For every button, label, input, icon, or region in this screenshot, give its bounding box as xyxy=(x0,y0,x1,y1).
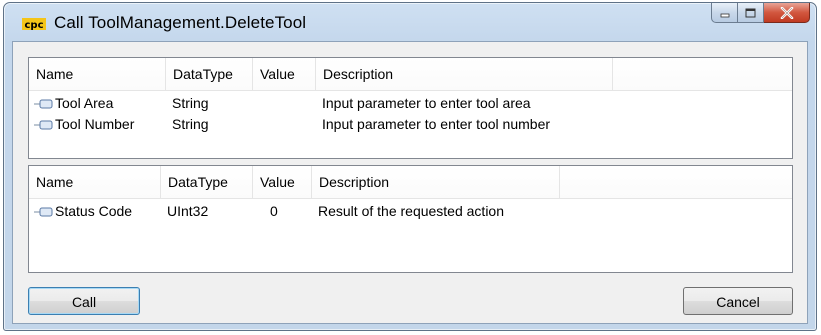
datatype-cell: String xyxy=(172,95,209,111)
input-arguments-table: Name DataType Value Description Tool Are… xyxy=(28,57,793,159)
cancel-button[interactable]: Cancel xyxy=(683,287,793,315)
argument-name: Tool Area xyxy=(55,95,114,111)
argument-name: Tool Number xyxy=(55,116,135,132)
column-header-name[interactable]: Name xyxy=(29,166,161,198)
title-bar[interactable]: cpc Call ToolManagement.DeleteTool xyxy=(4,3,816,43)
column-header-description[interactable]: Description xyxy=(312,166,560,198)
minimize-button[interactable] xyxy=(711,3,738,23)
description-cell: Result of the requested action xyxy=(318,203,505,219)
datatype-cell: String xyxy=(172,116,209,132)
column-header-name[interactable]: Name xyxy=(29,58,166,90)
name-cell: Status Code xyxy=(34,201,132,222)
maximize-icon xyxy=(745,8,756,17)
argument-pin-icon xyxy=(34,120,53,130)
caption-buttons xyxy=(711,3,810,25)
maximize-button[interactable] xyxy=(738,3,764,23)
argument-name: Status Code xyxy=(55,203,133,219)
cpc-logo-icon: cpc xyxy=(22,18,46,31)
output-arguments-table: Name DataType Value Description Status C… xyxy=(28,165,793,273)
window-title: Call ToolManagement.DeleteTool xyxy=(54,13,307,32)
column-header-datatype[interactable]: DataType xyxy=(166,58,253,90)
close-icon xyxy=(780,6,793,19)
minimize-icon xyxy=(720,13,729,17)
dialog-window: cpc Call ToolManagement.DeleteTool Name … xyxy=(3,2,817,331)
table-row[interactable]: Tool Number String Input parameter to en… xyxy=(29,114,792,135)
description-cell: Input parameter to enter tool area xyxy=(322,95,531,111)
datatype-cell: UInt32 xyxy=(167,203,209,219)
name-cell: Tool Area xyxy=(34,93,113,114)
column-header-filler xyxy=(613,58,793,90)
value-cell: 0 xyxy=(270,203,278,219)
description-cell: Input parameter to enter tool number xyxy=(322,116,551,132)
column-header-filler xyxy=(560,166,793,198)
column-header-value[interactable]: Value xyxy=(253,166,312,198)
table-header: Name DataType Value Description xyxy=(29,166,792,199)
argument-pin-icon xyxy=(34,99,53,109)
name-cell: Tool Number xyxy=(34,114,134,135)
argument-pin-icon xyxy=(34,207,53,217)
close-button[interactable] xyxy=(764,3,810,23)
table-row[interactable]: Status Code UInt32 0 Result of the reque… xyxy=(29,201,792,222)
column-header-description[interactable]: Description xyxy=(316,58,613,90)
dialog-client-area: Name DataType Value Description Tool Are… xyxy=(12,41,808,324)
svg-text:cpc: cpc xyxy=(24,20,43,31)
table-row[interactable]: Tool Area String Input parameter to ente… xyxy=(29,93,792,114)
column-header-datatype[interactable]: DataType xyxy=(161,166,253,198)
table-header: Name DataType Value Description xyxy=(29,58,792,91)
column-header-value[interactable]: Value xyxy=(253,58,316,90)
call-button[interactable]: Call xyxy=(28,287,140,315)
